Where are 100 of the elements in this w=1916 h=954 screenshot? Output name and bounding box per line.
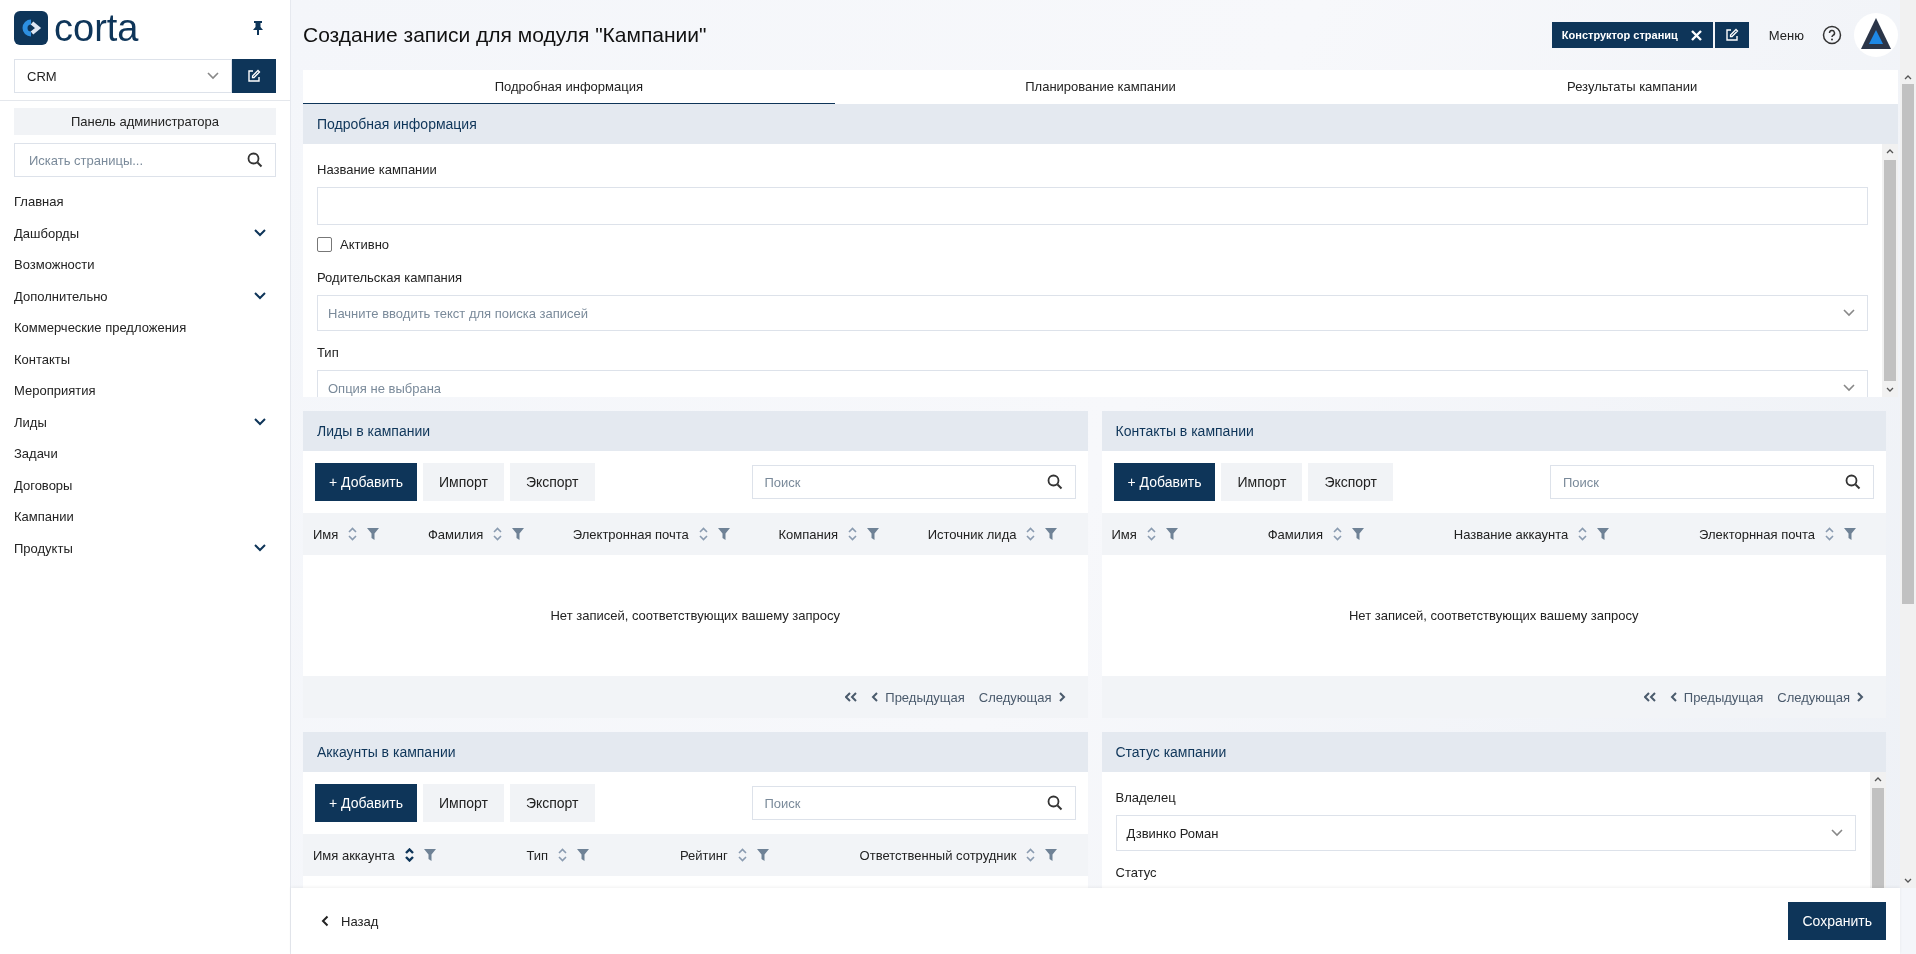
filter-icon[interactable] (512, 528, 525, 540)
add-button[interactable]: + Добавить (315, 784, 417, 822)
menu-link[interactable]: Меню (1768, 27, 1804, 43)
column-header[interactable]: Тип (526, 847, 549, 863)
filter-icon[interactable] (867, 528, 879, 540)
column-header[interactable]: Электорнная почта (1699, 526, 1815, 542)
next-page-link[interactable]: Следующая (978, 689, 1066, 705)
scroll-down-icon[interactable] (1886, 387, 1894, 393)
save-button[interactable]: Сохранить (1788, 902, 1886, 940)
search-icon[interactable] (1845, 474, 1861, 490)
nav-item[interactable]: Мероприятия (0, 375, 290, 407)
first-page-icon[interactable] (845, 692, 858, 702)
select-field[interactable]: Опция не выбрана (317, 370, 1868, 397)
page-builder-button[interactable]: Конструктор страниц (1551, 22, 1713, 48)
next-page-link[interactable]: Следующая (1777, 689, 1864, 705)
scroll-down-icon[interactable] (1904, 878, 1912, 884)
chevron-right-icon (1058, 692, 1066, 702)
search-icon[interactable] (247, 152, 263, 168)
page-scrollbar[interactable] (1900, 0, 1916, 888)
empty-message: Нет записей, соответствующих вашему запросу (1349, 608, 1639, 623)
import-button[interactable]: Импорт (422, 463, 504, 501)
nav-item[interactable]: Кампании (0, 501, 290, 533)
scroll-up-icon[interactable] (1874, 776, 1882, 782)
column-header[interactable]: Электронная почта (572, 526, 689, 542)
search-box[interactable]: Поиск (751, 786, 1076, 820)
nav-item[interactable]: Контакты (0, 343, 290, 375)
filter-icon[interactable] (717, 528, 730, 540)
filter-icon[interactable] (1844, 528, 1856, 540)
select-field[interactable]: Дзвинко Роман (1115, 815, 1856, 851)
column-header[interactable]: Название аккаунта (1453, 526, 1569, 542)
filter-icon[interactable] (367, 528, 380, 540)
add-button[interactable]: + Добавить (1113, 463, 1216, 501)
logo-icon (14, 11, 48, 45)
avatar-icon[interactable] (1854, 13, 1898, 57)
text-field[interactable] (317, 187, 1868, 225)
logo-text: corta (54, 9, 139, 47)
import-button[interactable]: Импорт (1221, 463, 1303, 501)
scroll-up-icon[interactable] (1886, 148, 1894, 154)
export-button[interactable]: Экспорт (1308, 463, 1393, 501)
scroll-up-icon[interactable] (1904, 74, 1912, 80)
nav-item[interactable]: Коммерческие предложения (0, 312, 290, 344)
previous-page-link[interactable]: Предыдущая (1669, 689, 1764, 705)
filter-icon[interactable] (1165, 528, 1178, 540)
nav-item[interactable]: Главная (0, 186, 290, 218)
search-box[interactable]: Поиск (751, 465, 1076, 499)
checkbox[interactable] (317, 237, 332, 252)
filter-icon[interactable] (756, 849, 769, 861)
add-button[interactable]: + Добавить (315, 463, 417, 501)
column-header[interactable]: Фамилия (1267, 526, 1323, 542)
search-icon[interactable] (1046, 795, 1063, 811)
filter-icon[interactable] (577, 849, 590, 861)
previous-page-link[interactable]: Предыдущая (871, 689, 965, 705)
search-box[interactable]: Поиск (1550, 465, 1874, 499)
edit-button[interactable] (1714, 22, 1749, 48)
first-page-icon[interactable] (1643, 692, 1656, 702)
column-header[interactable]: Источник лида (927, 526, 1017, 542)
column-header[interactable]: Имя (313, 526, 339, 542)
nav-item[interactable]: Задачи (0, 438, 290, 470)
module-select[interactable]: CRM (14, 59, 232, 93)
column-header[interactable]: Компания (778, 526, 838, 542)
field-label: Название кампании (317, 162, 437, 177)
admin-panel-button[interactable]: Панель администратора (14, 108, 276, 135)
nav-item[interactable]: Дашборды (0, 217, 290, 249)
page-search-field[interactable]: Искать страницы... (27, 151, 247, 169)
pin-icon[interactable] (252, 20, 264, 36)
nav-item[interactable]: Лиды (0, 406, 290, 438)
import-button[interactable]: Импорт (422, 784, 504, 822)
nav-item[interactable]: Договоры (0, 469, 290, 501)
tab[interactable]: Результаты кампании (1366, 70, 1898, 104)
column-header[interactable]: Ответственный сотрудник (859, 847, 1017, 863)
scrollbar[interactable] (1882, 144, 1898, 397)
nav-item[interactable]: Возможности (0, 249, 290, 281)
filter-icon[interactable] (1045, 849, 1058, 861)
filter-icon[interactable] (423, 849, 436, 861)
search-field[interactable]: Поиск (762, 794, 1047, 812)
chevron-right-icon (1857, 692, 1864, 702)
column-header[interactable]: Имя аккаунта (313, 847, 395, 863)
filter-icon[interactable] (1597, 528, 1610, 540)
filter-icon[interactable] (1351, 528, 1364, 540)
chevron-down-icon (207, 72, 219, 80)
help-icon[interactable] (1822, 25, 1842, 45)
filter-icon[interactable] (1045, 528, 1058, 540)
sort-icon[interactable] (404, 848, 414, 862)
export-button[interactable]: Экспорт (509, 463, 595, 501)
edit-button[interactable] (232, 59, 276, 93)
search-field[interactable]: Поиск (1561, 473, 1845, 491)
column-header[interactable]: Рейтинг (680, 847, 728, 863)
select-field[interactable]: Начните вводить текст для поиска записей (317, 295, 1868, 331)
nav-item[interactable]: Дополнительно (0, 280, 290, 312)
column-header[interactable]: Имя (1111, 526, 1137, 542)
field-label: Тип (317, 345, 339, 360)
search-icon[interactable] (1046, 474, 1063, 490)
column-header[interactable]: Фамилия (428, 526, 484, 542)
export-button[interactable]: Экспорт (509, 784, 595, 822)
back-link[interactable]: Назад (321, 913, 379, 929)
empty-message: Нет записей, соответствующих вашему запросу (550, 608, 840, 623)
tab[interactable]: Планирование кампании (834, 70, 1367, 104)
search-field[interactable]: Поиск (762, 473, 1047, 491)
page-search-box[interactable]: Искать страницы... (14, 143, 276, 177)
nav-item[interactable]: Продукты (0, 532, 290, 564)
